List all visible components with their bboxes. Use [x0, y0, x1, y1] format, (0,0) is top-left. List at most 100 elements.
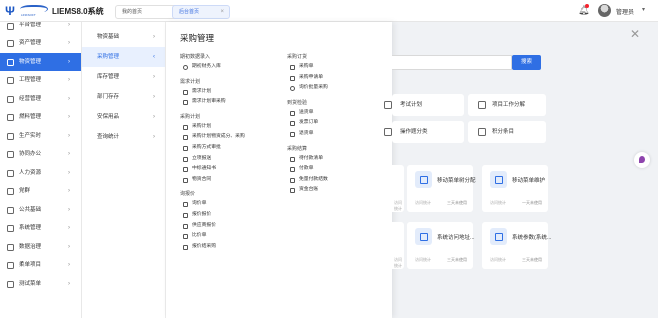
submenu-item-purchase[interactable]: 采购管理 ‹ — [82, 47, 165, 67]
link-icon — [183, 223, 188, 229]
business-icon — [7, 95, 14, 103]
menu-link[interactable]: 送货单 — [287, 108, 328, 119]
tab-admin-home[interactable]: 后台首页 × — [172, 5, 230, 19]
chevron-right-icon: › — [68, 132, 70, 139]
fuel-icon — [7, 114, 14, 121]
menu-section: 到货检验 送货单 发票订单 退货单 — [287, 99, 328, 140]
engineering-icon — [7, 77, 14, 84]
chevron-down-icon[interactable]: ▾ — [642, 6, 645, 13]
panel-title: 采购管理 — [180, 33, 215, 43]
top-bar: Ψ LINKSOFT LIEMS8.0系统 我的首页 × 后台首页 × 🔔︎ 管… — [0, 0, 658, 22]
menu-link[interactable]: 退货单 — [287, 129, 328, 140]
app-tile[interactable]: 访问统计 — [392, 222, 404, 269]
menu-link[interactable]: 采购方式审批 — [180, 143, 245, 154]
menu-link[interactable]: 采购计划 — [180, 122, 245, 133]
menu-link[interactable]: 询价单 — [180, 199, 245, 210]
floating-assistant-icon[interactable] — [634, 152, 650, 168]
menu-link[interactable]: 报价结采购 — [180, 242, 245, 253]
sidebar-item-production[interactable]: 生产实时 › — [0, 127, 81, 146]
menu-link[interactable]: 需求计划审采购 — [180, 97, 245, 108]
menu-link[interactable]: 资金台账 — [287, 185, 328, 196]
sidebar-item-assets[interactable]: 资产管理 › — [0, 34, 81, 53]
app-tile[interactable]: 移动菜单树分配 访问统计 三天未使用 — [407, 165, 476, 212]
office-icon — [7, 151, 14, 158]
folder-icon — [384, 128, 392, 136]
close-icon[interactable]: ✕ — [630, 27, 640, 41]
sidebar-item-engineering[interactable]: 工程管理 › — [0, 71, 81, 90]
section-title: 期初数据录入 — [180, 54, 211, 60]
menu-link[interactable]: 免量付款结数 — [287, 175, 328, 186]
close-icon[interactable]: × — [220, 6, 224, 18]
app-tile[interactable]: 移动菜单维护 访问统计 一天未使用 — [482, 165, 548, 212]
sidebar-item-materials[interactable]: 物资管理 › — [0, 52, 81, 71]
menu-fold-icon[interactable]: Ψ — [3, 4, 17, 18]
exam-icon — [384, 101, 392, 109]
quick-card-project[interactable]: 项目工作分解 — [468, 94, 546, 116]
menu-link[interactable]: 待付款清单 — [287, 154, 328, 165]
menu-section: 期初数据录入 期初财务入库 — [180, 53, 245, 73]
section-title: 采购计划 — [180, 113, 201, 120]
chevron-right-icon: › — [68, 151, 70, 157]
data-icon — [7, 243, 14, 251]
section-title: 采购订货 — [287, 54, 308, 60]
avatar[interactable] — [598, 4, 611, 17]
menu-link[interactable]: 采购单 — [287, 62, 328, 73]
link-icon — [183, 145, 188, 151]
quick-card-points[interactable]: 积分条目 — [468, 121, 546, 143]
menu-link[interactable]: 需求计划 — [180, 87, 245, 98]
submenu-item-query[interactable]: 查询统计 › — [82, 127, 165, 147]
menu-link[interactable]: 供应商报价 — [180, 221, 245, 232]
quick-card-exam[interactable]: 考试计划 — [384, 94, 464, 116]
sidebar-item-party[interactable]: 党群 › — [0, 182, 81, 201]
sidebar-item-test[interactable]: 测试菜单 › — [0, 275, 81, 294]
menu-link[interactable]: 立项报送 — [180, 154, 245, 165]
sidebar-item-hr[interactable]: 人力资源 › — [0, 164, 81, 183]
sidebar-item-data[interactable]: 数据治理 › — [0, 238, 81, 257]
sidebar-item-fuel[interactable]: 燃料管理 › — [0, 108, 81, 127]
menu-link[interactable]: 采购申请单 — [287, 73, 328, 84]
search-input[interactable] — [392, 55, 512, 70]
link-icon — [290, 131, 295, 137]
search-button[interactable]: 搜索 — [512, 55, 541, 70]
submenu-item-inventory[interactable]: 库存管理 › — [82, 67, 165, 87]
submenu-item-safety[interactable]: 安保用品 › — [82, 107, 165, 127]
submenu-item-dept-stock[interactable]: 部门存存 › — [82, 87, 165, 107]
link-icon — [183, 156, 188, 162]
menu-link[interactable]: 付款单 — [287, 164, 328, 175]
points-icon — [478, 128, 486, 136]
app-icon — [490, 171, 507, 188]
sidebar-item-project[interactable]: 柔单项目 › — [0, 256, 81, 275]
menu-section: 采购订货 采购单 采购申请单 询价批量采购 — [287, 53, 328, 94]
menu-column-1: 期初数据录入 期初财务入库 需求计划 需求计划 需求计划审采购 采购计划 采购计… — [180, 53, 245, 257]
chevron-right-icon: › — [68, 225, 70, 231]
section-title: 采购结算 — [287, 145, 308, 152]
section-title: 到货检验 — [287, 99, 308, 106]
sidebar-item-system[interactable]: 系统管理 › — [0, 219, 81, 238]
app-tile[interactable]: 访问统计 — [392, 165, 404, 212]
app-tile[interactable]: 系统访问地址... 访问统计 三天未使用 — [407, 222, 475, 269]
menu-link[interactable]: 中标通知书 — [180, 164, 245, 175]
app-tile[interactable]: 系统参数(系统... 访问统计 三天未使用 — [482, 222, 551, 269]
menu-link[interactable]: 采购计划物资成分、采购 — [180, 132, 245, 143]
sidebar-item-platform[interactable]: 平台管理 › — [0, 22, 81, 34]
menu-link[interactable]: 期初财务入库 — [180, 62, 245, 73]
menu-section: 采购计划 采购计划 采购计划物资成分、采购 采购方式审批 立项报送 中标通知书 … — [180, 113, 245, 186]
sidebar-item-office[interactable]: 协同办公 › — [0, 145, 81, 164]
menu-link[interactable]: 报价报价 — [180, 210, 245, 221]
settings-icon — [7, 23, 14, 30]
sidebar-item-public[interactable]: 公共基础 › — [0, 201, 81, 220]
quick-card-op-category[interactable]: 操作题分类 — [384, 121, 464, 143]
sidebar-item-business[interactable]: 经营管理 › — [0, 90, 81, 109]
notification-dot — [585, 4, 589, 8]
menu-link[interactable]: 询价批量采购 — [287, 83, 328, 94]
link-icon — [183, 100, 188, 106]
submenu-item-material-base[interactable]: 物资基础 › — [82, 27, 165, 47]
user-name[interactable]: 管理员 — [616, 7, 634, 16]
public-icon — [7, 206, 14, 214]
menu-link[interactable]: 比价单 — [180, 231, 245, 242]
chevron-right-icon: › — [68, 243, 70, 250]
app-icon — [490, 228, 507, 245]
chevron-left-icon: ‹ — [153, 54, 155, 60]
menu-link[interactable]: 物资合同 — [180, 175, 245, 186]
menu-link[interactable]: 发票订单 — [287, 118, 328, 129]
